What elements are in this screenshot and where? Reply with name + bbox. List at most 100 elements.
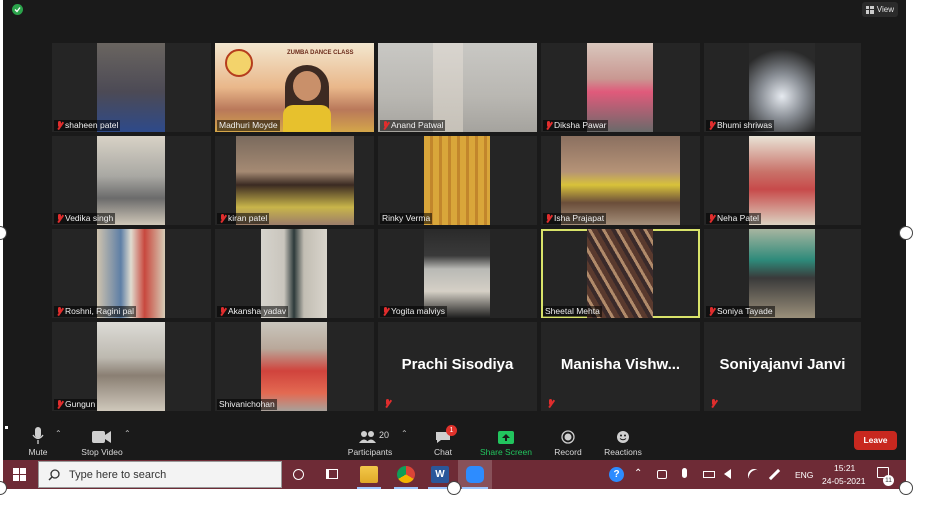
participant-name: Sheetal Mehta — [545, 306, 600, 316]
participant-name: Akansha yadav — [228, 306, 287, 316]
input-language[interactable]: ENG — [795, 470, 813, 480]
pen-icon[interactable] — [768, 468, 781, 481]
stop-video-label: Stop Video — [81, 447, 123, 457]
view-button[interactable]: View — [861, 2, 898, 17]
participant-name: Neha Patel — [717, 213, 760, 223]
resize-handle-right[interactable] — [899, 226, 913, 240]
right-margin — [906, 0, 929, 514]
encryption-shield-icon[interactable] — [12, 4, 23, 15]
microphone-icon — [32, 427, 44, 444]
video-off-tile[interactable]: Soniyajanvi Janvi — [704, 322, 861, 411]
audio-options-caret[interactable]: ⌃ — [55, 429, 62, 438]
stop-video-button[interactable]: Stop Video — [75, 423, 129, 457]
gallery-view: shaheen patel ZUMBA DANCE CLASS Madhuri … — [52, 43, 861, 413]
task-view-icon[interactable] — [326, 469, 338, 479]
muted-mic-icon — [545, 214, 552, 223]
chat-unread-badge: 1 — [446, 425, 457, 436]
chrome-icon[interactable] — [397, 466, 415, 483]
chat-button[interactable]: 1 Chat — [425, 423, 461, 457]
participant-video — [97, 322, 165, 411]
share-screen-button[interactable]: Share Screen — [477, 423, 535, 457]
muted-mic-icon — [708, 307, 715, 316]
muted-mic-icon — [56, 121, 63, 130]
participants-label: Participants — [347, 447, 393, 457]
participant-name-large: Soniyajanvi Janvi — [719, 356, 846, 373]
participant-video — [97, 136, 165, 225]
video-tile[interactable]: Roshni, Ragini pal — [52, 229, 211, 318]
video-options-caret[interactable]: ⌃ — [124, 429, 131, 438]
participants-icon — [359, 431, 376, 443]
file-explorer-icon[interactable] — [360, 466, 378, 483]
windows-start-icon[interactable] — [13, 468, 26, 481]
participant-video — [97, 229, 165, 318]
video-tile[interactable]: Shivanichohan — [215, 322, 374, 411]
video-tile[interactable]: ZUMBA DANCE CLASS Madhuri Moyde — [215, 43, 374, 132]
video-tile[interactable]: kiran patel — [215, 136, 374, 225]
video-tile[interactable]: Vedika singh — [52, 136, 211, 225]
show-hidden-icons-chevron[interactable]: ⌃ — [634, 468, 642, 479]
reactions-label: Reactions — [604, 447, 642, 457]
muted-mic-icon — [56, 307, 63, 316]
muted-mic-icon — [545, 121, 552, 130]
grid-view-icon — [865, 5, 874, 14]
reactions-button[interactable]: Reactions — [601, 423, 645, 457]
participants-button[interactable]: 20 Participants — [341, 423, 399, 457]
video-tile[interactable]: Yogita malviys — [378, 229, 537, 318]
record-button[interactable]: Record — [548, 423, 588, 457]
participant-video — [261, 229, 327, 318]
video-tile[interactable]: Neha Patel — [704, 136, 861, 225]
video-off-tile[interactable]: Prachi Sisodiya — [378, 322, 537, 411]
video-tile[interactable]: Rinky Verma — [378, 136, 537, 225]
meet-now-icon[interactable] — [657, 470, 667, 479]
resize-handle-bottom-center[interactable] — [447, 481, 461, 495]
zoom-taskbar-button[interactable] — [458, 460, 492, 489]
participant-name: Rinky Verma — [382, 213, 431, 223]
video-tile[interactable]: Diksha Pawar — [541, 43, 700, 132]
video-tile[interactable]: Gungun — [52, 322, 211, 411]
clock-date[interactable]: 24-05-2021 — [822, 476, 865, 486]
share-screen-icon — [498, 431, 514, 444]
view-label: View — [876, 5, 894, 14]
participant-video — [749, 229, 815, 318]
cortana-icon[interactable] — [293, 469, 304, 480]
mute-button[interactable]: Mute — [23, 423, 53, 457]
zoom-icon — [466, 466, 484, 483]
clock-time[interactable]: 15:21 — [834, 463, 855, 473]
video-tile[interactable]: Bhumi shriwas — [704, 43, 861, 132]
participant-name: Anand Patwal — [391, 120, 444, 130]
volume-icon[interactable] — [724, 469, 731, 479]
participant-name: Shivanichohan — [219, 399, 275, 409]
battery-icon[interactable] — [703, 471, 715, 478]
video-tile[interactable]: Soniya Tayade — [704, 229, 861, 318]
video-off-tile[interactable]: Manisha Vishw... — [541, 322, 700, 411]
video-tile[interactable]: shaheen patel — [52, 43, 211, 132]
resize-handle-bottom-right[interactable] — [899, 481, 913, 495]
muted-mic-icon — [710, 399, 717, 408]
muted-mic-icon — [219, 214, 226, 223]
video-tile[interactable]: Isha Prajapat — [541, 136, 700, 225]
video-camera-icon — [92, 431, 111, 443]
chat-label: Chat — [434, 447, 452, 457]
microphone-tray-icon[interactable] — [682, 468, 687, 478]
leave-meeting-button[interactable]: Leave — [854, 431, 897, 450]
notification-count-badge: 11 — [883, 475, 894, 486]
participant-video — [561, 136, 680, 225]
participant-name: Yogita malviys — [391, 306, 446, 316]
participants-options-caret[interactable]: ⌃ — [401, 429, 408, 438]
muted-mic-icon — [547, 399, 554, 408]
zoom-meeting-window: View shaheen patel ZUMBA DANCE CLASS Mad… — [3, 0, 906, 489]
participant-name: kiran patel — [228, 213, 268, 223]
participant-name: Madhuri Moyde — [219, 120, 278, 130]
taskbar-search-box[interactable]: Type here to search — [38, 461, 282, 488]
word-icon[interactable]: W — [431, 466, 449, 483]
participant-name: Bhumi shriwas — [717, 120, 773, 130]
muted-mic-icon — [219, 307, 226, 316]
video-tile[interactable]: Anand Patwal — [378, 43, 537, 132]
muted-mic-icon — [384, 399, 391, 408]
participant-video — [261, 322, 327, 411]
wifi-icon[interactable] — [745, 466, 763, 484]
help-icon[interactable]: ? — [609, 467, 624, 482]
video-tile[interactable]: Akansha yadav — [215, 229, 374, 318]
search-placeholder: Type here to search — [69, 469, 167, 481]
video-tile-active-speaker[interactable]: Sheetal Mehta — [541, 229, 700, 318]
